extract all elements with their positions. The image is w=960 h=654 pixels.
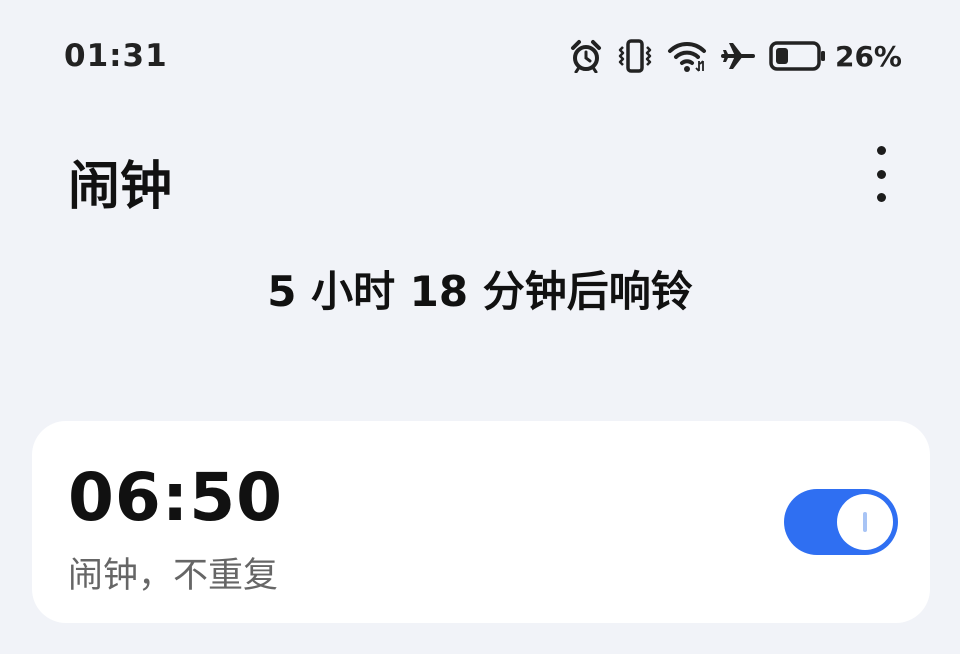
next-alarm-countdown: 5 小时 18 分钟后响铃 [267,267,693,316]
status-time: 01:31 [64,38,168,74]
more-vertical-icon [876,146,886,155]
alarm-card[interactable]: 06:50 闹钟，不重复 [32,421,930,623]
status-bar: 01:31 26% [0,0,960,110]
more-vertical-icon-dot [876,169,886,179]
alarm-label: 闹钟，不重复 [68,556,279,596]
airplane-icon [720,39,755,73]
page-title: 闹钟 [68,157,173,217]
battery-icon [769,39,827,73]
toggle-on-mark [863,512,867,532]
vibrate-icon [617,39,653,73]
alarm-time: 06:50 [68,459,284,536]
status-icons: 26% [569,36,902,76]
more-options-button[interactable] [858,138,904,210]
battery-percent: 26% [834,39,902,73]
toggle-knob [837,494,893,550]
wifi-icon [667,39,707,73]
more-vertical-icon-dot [876,193,886,202]
alarm-icon [569,39,603,73]
alarm-toggle[interactable] [784,489,898,555]
